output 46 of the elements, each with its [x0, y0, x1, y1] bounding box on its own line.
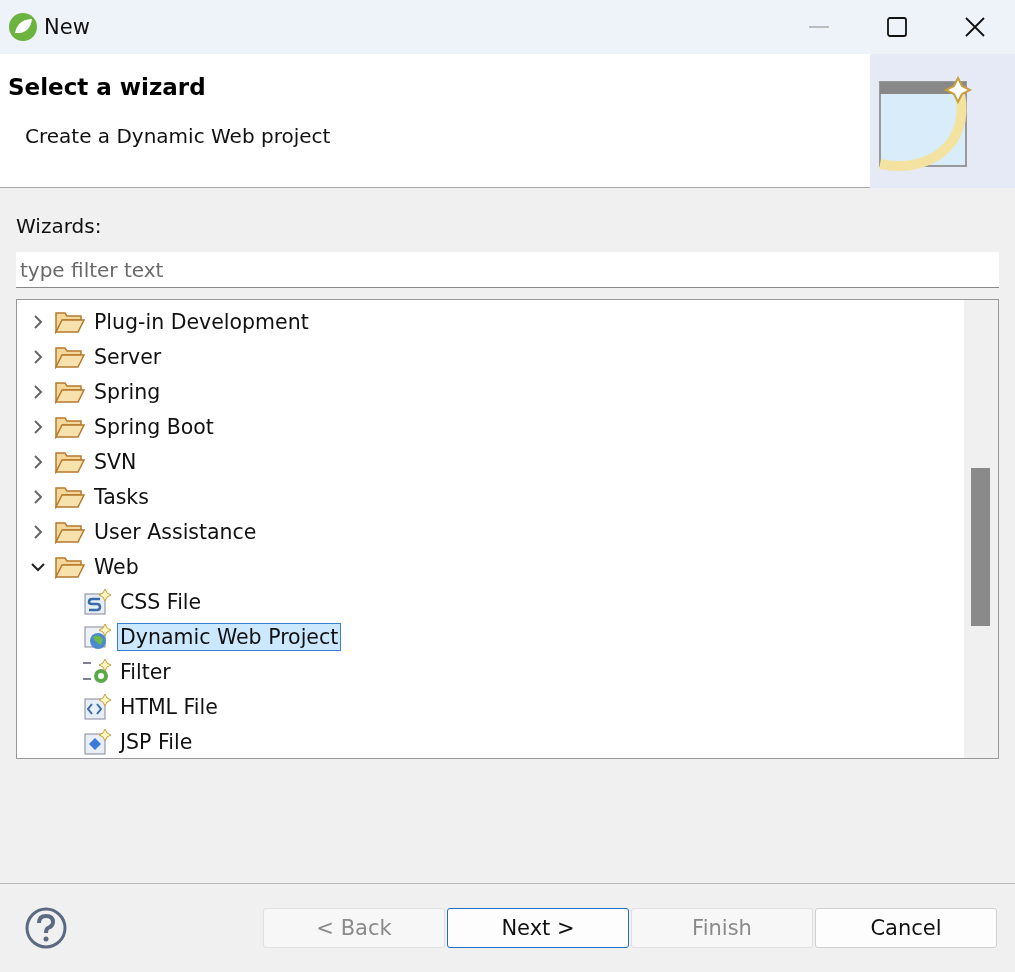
tree-item[interactable]: CSS File: [117, 587, 205, 616]
folder-icon: [55, 554, 85, 579]
wizard-button[interactable]: Cancel: [815, 908, 997, 948]
maximize-icon[interactable]: [887, 17, 907, 37]
tree-item[interactable]: Web: [91, 552, 142, 581]
css-file-icon: [83, 587, 111, 616]
wizard-description: Create a Dynamic Web project: [25, 124, 332, 148]
wizard-button[interactable]: Next >: [447, 908, 629, 948]
tree-item[interactable]: HTML File: [117, 692, 221, 721]
close-icon[interactable]: [965, 17, 985, 37]
jsp-file-icon: [83, 727, 111, 756]
filter-icon: [83, 657, 111, 686]
folder-icon: [55, 379, 85, 404]
window-title: New: [44, 15, 90, 39]
folder-icon: [55, 484, 85, 509]
expand-chevron-icon[interactable]: [31, 384, 45, 399]
expand-chevron-icon[interactable]: [31, 419, 45, 434]
tree-item[interactable]: SVN: [91, 447, 140, 476]
tree-item[interactable]: User Assistance: [91, 517, 260, 546]
tree-item[interactable]: Dynamic Web Project: [117, 622, 342, 651]
html-file-icon: [83, 692, 111, 721]
expand-chevron-icon[interactable]: [31, 314, 45, 329]
app-logo-icon: [8, 12, 38, 42]
tree-item[interactable]: Tasks: [91, 482, 152, 511]
folder-icon: [55, 414, 85, 439]
expand-chevron-icon[interactable]: [31, 349, 45, 364]
expand-chevron-icon[interactable]: [31, 489, 45, 504]
folder-icon: [55, 344, 85, 369]
tree-item[interactable]: JSP File: [117, 727, 196, 756]
tree-item[interactable]: Spring: [91, 377, 164, 406]
filter-field[interactable]: type filter text: [16, 252, 999, 288]
scrollbar[interactable]: [964, 300, 998, 758]
tree-item[interactable]: Filter: [117, 657, 174, 686]
scrollbar-thumb[interactable]: [971, 468, 990, 626]
folder-icon: [55, 519, 85, 544]
tree-item[interactable]: Plug-in Development: [91, 307, 312, 336]
expand-chevron-icon[interactable]: [31, 524, 45, 539]
web-project-icon: [83, 622, 111, 651]
tree-item[interactable]: Spring Boot: [91, 412, 217, 441]
wizards-label: Wizards:: [16, 214, 103, 240]
wizard-title: Select a wizard: [8, 74, 207, 100]
help-icon[interactable]: [24, 906, 68, 950]
tree-item[interactable]: Server: [91, 342, 165, 371]
folder-icon: [55, 449, 85, 474]
folder-icon: [55, 309, 85, 334]
expand-chevron-icon[interactable]: [31, 454, 45, 469]
